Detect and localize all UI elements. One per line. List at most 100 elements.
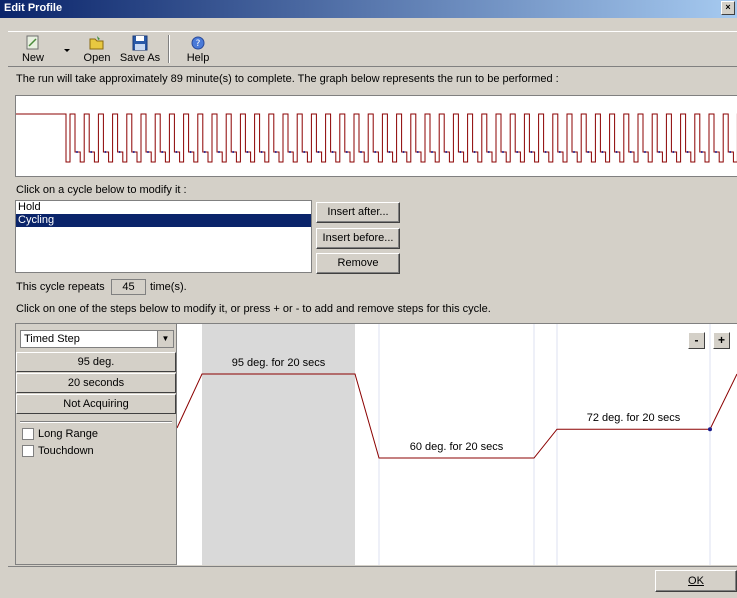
acquisition-marker: [502, 151, 504, 153]
temperature-button[interactable]: 95 deg.: [16, 352, 176, 372]
acquiring-button[interactable]: Not Acquiring: [16, 394, 176, 414]
acquisition-marker: [686, 151, 689, 153]
help-label: Help: [186, 52, 210, 64]
remove-step-button[interactable]: -: [688, 332, 705, 349]
open-label: Open: [83, 52, 111, 64]
step-label[interactable]: 95 deg. for 20 secs: [232, 357, 326, 369]
acquisition-marker: [118, 151, 121, 153]
acquisition-marker: [402, 151, 405, 153]
step-label[interactable]: 72 deg. for 20 secs: [587, 412, 681, 424]
acquisition-marker: [274, 151, 277, 153]
toolbar-separator: [168, 35, 170, 63]
insert-before-button[interactable]: Insert before...: [316, 228, 400, 249]
long-range-label: Long Range: [38, 428, 98, 440]
run-duration-message: The run will take approximately 89 minut…: [16, 73, 559, 85]
folder-open-icon: [89, 36, 104, 50]
run-profile-graph: [15, 95, 737, 177]
acquisition-marker: [558, 151, 561, 153]
acquisition-marker: [260, 151, 263, 153]
ok-button[interactable]: OK: [655, 570, 737, 592]
acquisition-marker: [132, 151, 135, 153]
open-button[interactable]: Open: [80, 34, 114, 66]
new-button[interactable]: New: [20, 34, 46, 66]
acquisition-marker: [487, 151, 490, 153]
acquisition-marker: [573, 151, 575, 153]
new-dropdown-button[interactable]: [62, 34, 72, 66]
acquisition-marker: [374, 151, 377, 153]
acquisition-marker: [601, 151, 604, 153]
save-as-label: Save As: [119, 52, 161, 64]
step-editor-panel: Timed Step ▼ 95 deg. 20 seconds Not Acqu…: [15, 323, 177, 565]
acquisition-marker: [189, 151, 192, 153]
touchdown-checkbox[interactable]: Touchdown: [22, 445, 94, 458]
touchdown-label: Touchdown: [38, 445, 94, 457]
floppy-disk-icon: [132, 35, 148, 51]
acquisition-marker: [289, 151, 291, 153]
cycle-item-cycling[interactable]: Cycling: [16, 214, 311, 227]
repeat-count-field[interactable]: 45: [111, 279, 146, 295]
acquisition-marker: [644, 151, 646, 153]
acquisition-marker: [331, 151, 334, 153]
acquisition-marker: [416, 151, 419, 153]
acquisition-marker: [246, 151, 249, 153]
acquisition-marker: [445, 151, 448, 153]
step-graph[interactable]: 95 deg. for 20 secs 60 deg. for 20 secs 72…: [177, 323, 737, 565]
duration-button[interactable]: 20 seconds: [16, 373, 176, 393]
acquisition-marker: [161, 151, 164, 153]
acquisition-marker: [473, 151, 476, 153]
step-type-select[interactable]: Timed Step ▼: [20, 330, 174, 348]
acquisition-marker: [147, 151, 149, 153]
ok-label: OK: [688, 575, 704, 587]
svg-text:?: ?: [196, 39, 201, 49]
acquisition-marker: [516, 151, 519, 153]
repeat-suffix: time(s).: [150, 281, 187, 293]
step-label[interactable]: 60 deg. for 20 secs: [410, 441, 504, 453]
acquisition-marker: [459, 151, 462, 153]
step-type-value: Timed Step: [24, 333, 80, 345]
divider: [20, 421, 172, 423]
toolbar: New Open Save As ? Help: [8, 31, 737, 67]
acquisition-marker: [629, 151, 632, 153]
new-document-icon: [26, 35, 39, 50]
new-label: New: [21, 52, 44, 64]
save-as-button[interactable]: Save As: [118, 34, 162, 66]
acquisition-marker: [203, 151, 206, 153]
remove-button[interactable]: Remove: [316, 253, 400, 274]
help-icon: ?: [191, 36, 205, 50]
acquisition-marker: [104, 151, 107, 153]
long-range-checkbox[interactable]: Long Range: [22, 428, 98, 441]
chevron-down-icon: [64, 49, 70, 52]
footer-divider: [8, 566, 737, 567]
cycle-item-hold[interactable]: Hold: [16, 201, 311, 214]
acquisition-marker: [544, 151, 547, 153]
add-step-button[interactable]: +: [713, 332, 730, 349]
insert-after-button[interactable]: Insert after...: [316, 202, 400, 223]
window-title: Edit Profile: [4, 2, 63, 14]
checkbox-box[interactable]: [22, 428, 34, 441]
acquisition-marker: [672, 151, 675, 153]
checkbox-box[interactable]: [22, 445, 34, 458]
acquisition-marker: [729, 151, 732, 153]
acquisition-marker: [232, 151, 235, 153]
acquisition-marker: [708, 427, 712, 432]
close-button[interactable]: ×: [721, 1, 735, 15]
acquisition-marker: [76, 151, 78, 153]
acquisition-marker: [303, 151, 306, 153]
run-profile-line: [16, 113, 737, 163]
acquisition-marker: [658, 151, 661, 153]
acquisition-marker: [530, 151, 533, 153]
acquisition-marker: [388, 151, 391, 153]
cycle-list-label: Click on a cycle below to modify it :: [16, 184, 187, 196]
run-profile-plot: [16, 113, 737, 163]
cycle-list[interactable]: Hold Cycling: [15, 200, 312, 273]
chevron-down-icon[interactable]: ▼: [157, 331, 173, 347]
acquisition-marker: [615, 151, 618, 153]
steps-instruction: Click on one of the steps below to modif…: [16, 303, 491, 315]
acquisition-marker: [587, 151, 590, 153]
step-profile-plot: 95 deg. for 20 secs 60 deg. for 20 secs 72…: [177, 324, 737, 565]
help-button[interactable]: ? Help: [183, 34, 213, 66]
acquisition-marker: [218, 151, 220, 153]
acquisition-marker: [431, 151, 433, 153]
acquisition-marker: [90, 151, 93, 153]
acquisition-marker: [175, 151, 178, 153]
